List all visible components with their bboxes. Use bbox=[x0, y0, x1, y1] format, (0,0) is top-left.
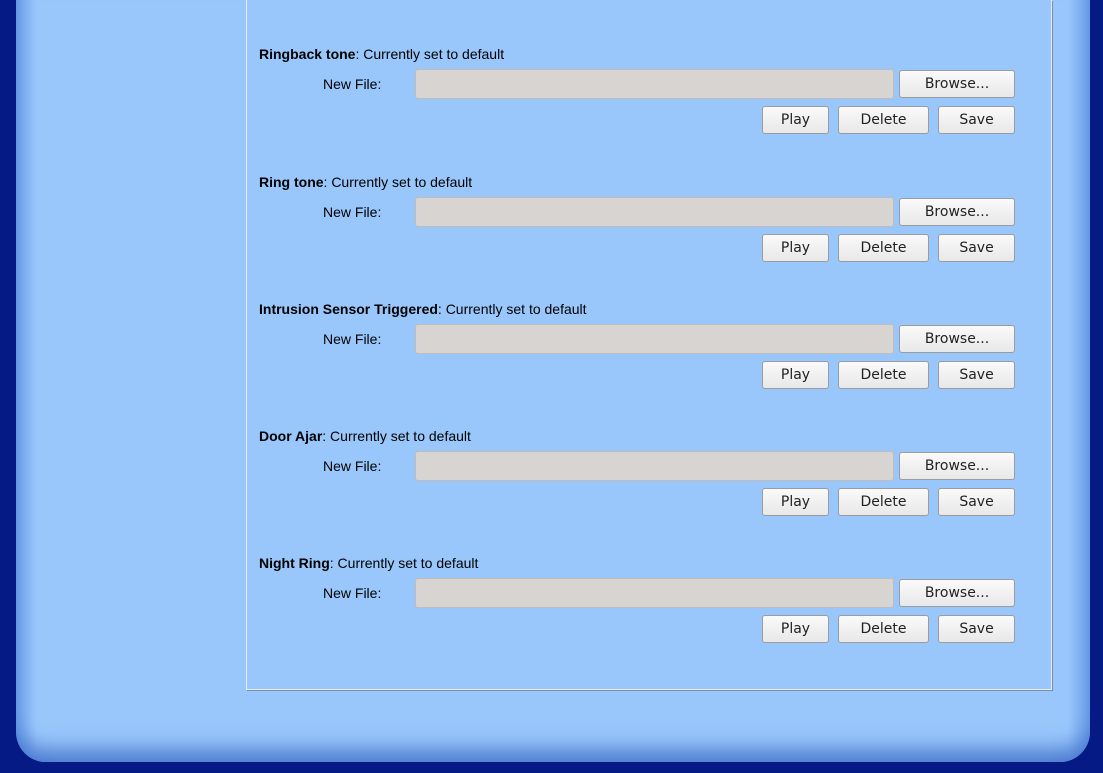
tone-name: Night Ring bbox=[259, 555, 330, 571]
save-button[interactable]: Save bbox=[938, 488, 1015, 516]
new-file-label: New File: bbox=[323, 204, 382, 220]
section-title: Night Ring: Currently set to default bbox=[259, 554, 478, 572]
delete-button[interactable]: Delete bbox=[838, 488, 929, 516]
section-title: Ring tone: Currently set to default bbox=[259, 173, 472, 191]
save-button[interactable]: Save bbox=[938, 615, 1015, 643]
play-button[interactable]: Play bbox=[762, 361, 829, 389]
browse-button[interactable]: Browse... bbox=[899, 198, 1015, 226]
save-button[interactable]: Save bbox=[938, 234, 1015, 262]
section-ringback-tone: Ringback tone: Currently set to default … bbox=[247, 45, 1051, 145]
new-file-label: New File: bbox=[323, 331, 382, 347]
tone-name: Ring tone bbox=[259, 174, 324, 190]
delete-button[interactable]: Delete bbox=[838, 234, 929, 262]
play-button[interactable]: Play bbox=[762, 234, 829, 262]
section-ring-tone: Ring tone: Currently set to default New … bbox=[247, 173, 1051, 273]
section-title: Door Ajar: Currently set to default bbox=[259, 427, 471, 445]
save-button[interactable]: Save bbox=[938, 361, 1015, 389]
file-path-field[interactable] bbox=[415, 451, 894, 481]
browse-button[interactable]: Browse... bbox=[899, 70, 1015, 98]
section-title: Intrusion Sensor Triggered: Currently se… bbox=[259, 300, 587, 318]
section-night-ring: Night Ring: Currently set to default New… bbox=[247, 554, 1051, 654]
tone-settings-panel: Ringback tone: Currently set to default … bbox=[246, 0, 1052, 690]
tone-status: : Currently set to default bbox=[322, 428, 471, 444]
delete-button[interactable]: Delete bbox=[838, 361, 929, 389]
play-button[interactable]: Play bbox=[762, 615, 829, 643]
tone-status: : Currently set to default bbox=[329, 555, 479, 571]
tone-status: : Currently set to default bbox=[437, 301, 587, 317]
save-button[interactable]: Save bbox=[938, 106, 1015, 134]
tone-name: Intrusion Sensor Triggered bbox=[259, 301, 438, 317]
browse-button[interactable]: Browse... bbox=[899, 579, 1015, 607]
play-button[interactable]: Play bbox=[762, 488, 829, 516]
new-file-label: New File: bbox=[323, 76, 382, 92]
file-path-field[interactable] bbox=[415, 324, 894, 354]
delete-button[interactable]: Delete bbox=[838, 615, 929, 643]
delete-button[interactable]: Delete bbox=[838, 106, 929, 134]
window-frame: Ringback tone: Currently set to default … bbox=[0, 0, 1103, 773]
tone-name: Door Ajar bbox=[259, 428, 323, 444]
page-background: Ringback tone: Currently set to default … bbox=[16, 0, 1090, 762]
file-path-field[interactable] bbox=[415, 197, 894, 227]
file-path-field[interactable] bbox=[415, 578, 894, 608]
tone-status: : Currently set to default bbox=[323, 174, 473, 190]
section-intrusion-sensor-triggered: Intrusion Sensor Triggered: Currently se… bbox=[247, 300, 1051, 400]
new-file-label: New File: bbox=[323, 458, 382, 474]
browse-button[interactable]: Browse... bbox=[899, 452, 1015, 480]
tone-status: : Currently set to default bbox=[355, 46, 505, 62]
section-title: Ringback tone: Currently set to default bbox=[259, 45, 504, 63]
play-button[interactable]: Play bbox=[762, 106, 829, 134]
new-file-label: New File: bbox=[323, 585, 382, 601]
section-door-ajar: Door Ajar: Currently set to default New … bbox=[247, 427, 1051, 527]
file-path-field[interactable] bbox=[415, 69, 894, 99]
tone-name: Ringback tone bbox=[259, 46, 356, 62]
browse-button[interactable]: Browse... bbox=[899, 325, 1015, 353]
